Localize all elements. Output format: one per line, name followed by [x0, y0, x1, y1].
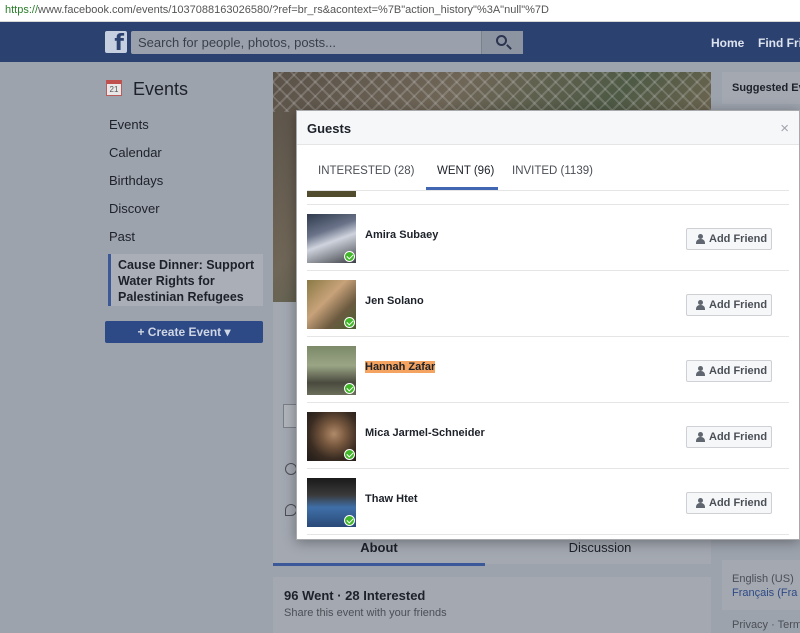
guest-name[interactable]: Amira Subaey [365, 229, 438, 241]
avatar[interactable] [307, 280, 356, 329]
add-friend-icon [696, 234, 705, 244]
avatar[interactable] [307, 191, 356, 197]
suggested-events-title: Suggested Eve [732, 82, 800, 94]
add-friend-label: Add Friend [709, 365, 768, 377]
facebook-logo-icon[interactable]: f [105, 31, 127, 53]
search-placeholder: Search for people, photos, posts... [138, 35, 337, 50]
add-friend-button[interactable]: Add Friend [686, 492, 772, 514]
facebook-header: f Search for people, photos, posts... Ho… [0, 22, 800, 62]
went-check-icon [344, 515, 355, 526]
add-friend-label: Add Friend [709, 233, 768, 245]
guest-name[interactable]: Thaw Htet [365, 493, 418, 505]
add-friend-label: Add Friend [709, 497, 768, 509]
avatar[interactable] [307, 346, 356, 395]
sidebar-item-past[interactable]: Past [109, 229, 135, 244]
create-event-button[interactable]: + Create Event ▾ [105, 321, 263, 343]
went-check-icon [344, 449, 355, 460]
guest-name[interactable]: Hannah Zafar [365, 361, 436, 373]
guest-name[interactable]: Jen Solano [365, 295, 424, 307]
table-row: Hannah Zafar Add Friend [307, 337, 789, 403]
tab-went[interactable]: WENT (96) [437, 165, 494, 177]
address-bar[interactable]: https://www.facebook.com/events/10370881… [0, 0, 800, 22]
guest-name[interactable]: Mica Jarmel-Schneider [365, 427, 485, 439]
nav-find-friends-link[interactable]: Find Frie [758, 36, 800, 50]
add-friend-icon [696, 432, 705, 442]
tab-invited[interactable]: INVITED (1139) [512, 165, 593, 177]
guests-dialog: Guests × INTERESTED (28) WENT (96) INVIT… [296, 110, 800, 540]
event-stats-title[interactable]: 96 Went · 28 Interested [284, 588, 711, 603]
language-card [722, 560, 800, 610]
tab-interested[interactable]: INTERESTED (28) [318, 165, 415, 177]
sidebar-item-discover[interactable]: Discover [109, 201, 160, 216]
avatar[interactable] [307, 412, 356, 461]
url-text: www.facebook.com/events/1037088163026580… [38, 4, 549, 16]
nav-home-link[interactable]: Home [711, 36, 744, 50]
dialog-title: Guests [307, 121, 352, 136]
event-stats-card: 96 Went · 28 Interested Share this event… [273, 577, 711, 633]
add-friend-button[interactable]: Add Friend [686, 360, 772, 382]
cover-photo-fence [273, 72, 711, 112]
dialog-header: Guests × [297, 111, 799, 145]
sidebar-item-events[interactable]: Events [109, 117, 149, 132]
table-row: Thaw Htet Add Friend [307, 469, 789, 535]
guest-tabs: INTERESTED (28) WENT (96) INVITED (1139) [307, 145, 789, 191]
add-friend-label: Add Friend [709, 299, 768, 311]
went-check-icon [344, 317, 355, 328]
guest-list[interactable]: Amira Subaey Add Friend Jen Solano Add F… [307, 191, 789, 539]
footer-links[interactable]: Privacy · Terms [732, 619, 800, 631]
sidebar-item-calendar[interactable]: Calendar [109, 145, 162, 160]
add-friend-button[interactable]: Add Friend [686, 228, 772, 250]
list-item [307, 191, 789, 205]
add-friend-icon [696, 300, 705, 310]
add-friend-label: Add Friend [709, 431, 768, 443]
calendar-icon: 21 [106, 80, 122, 96]
add-friend-button[interactable]: Add Friend [686, 426, 772, 448]
close-icon[interactable]: × [780, 120, 789, 137]
add-friend-icon [696, 498, 705, 508]
table-row: Mica Jarmel-Schneider Add Friend [307, 403, 789, 469]
sidebar-title: Events [133, 79, 189, 99]
search-icon [496, 35, 507, 46]
language-alt-link[interactable]: Français (Fra [732, 587, 797, 599]
url-protocol: https:// [5, 4, 39, 16]
active-tab-indicator [426, 187, 498, 190]
avatar[interactable] [307, 478, 356, 527]
sidebar-item-active-event[interactable]: Cause Dinner: Support Water Rights for P… [108, 254, 263, 306]
search-input[interactable]: Search for people, photos, posts... [131, 31, 523, 54]
sidebar-item-birthdays[interactable]: Birthdays [109, 173, 163, 188]
event-stats-subtitle: Share this event with your friends [284, 607, 447, 619]
table-row: Jen Solano Add Friend [307, 271, 789, 337]
went-check-icon [344, 383, 355, 394]
language-current: English (US) [732, 573, 794, 585]
table-row: Amira Subaey Add Friend [307, 205, 789, 271]
search-button[interactable] [481, 31, 523, 54]
add-friend-button[interactable]: Add Friend [686, 294, 772, 316]
add-friend-icon [696, 366, 705, 376]
went-check-icon [344, 251, 355, 262]
avatar[interactable] [307, 214, 356, 263]
